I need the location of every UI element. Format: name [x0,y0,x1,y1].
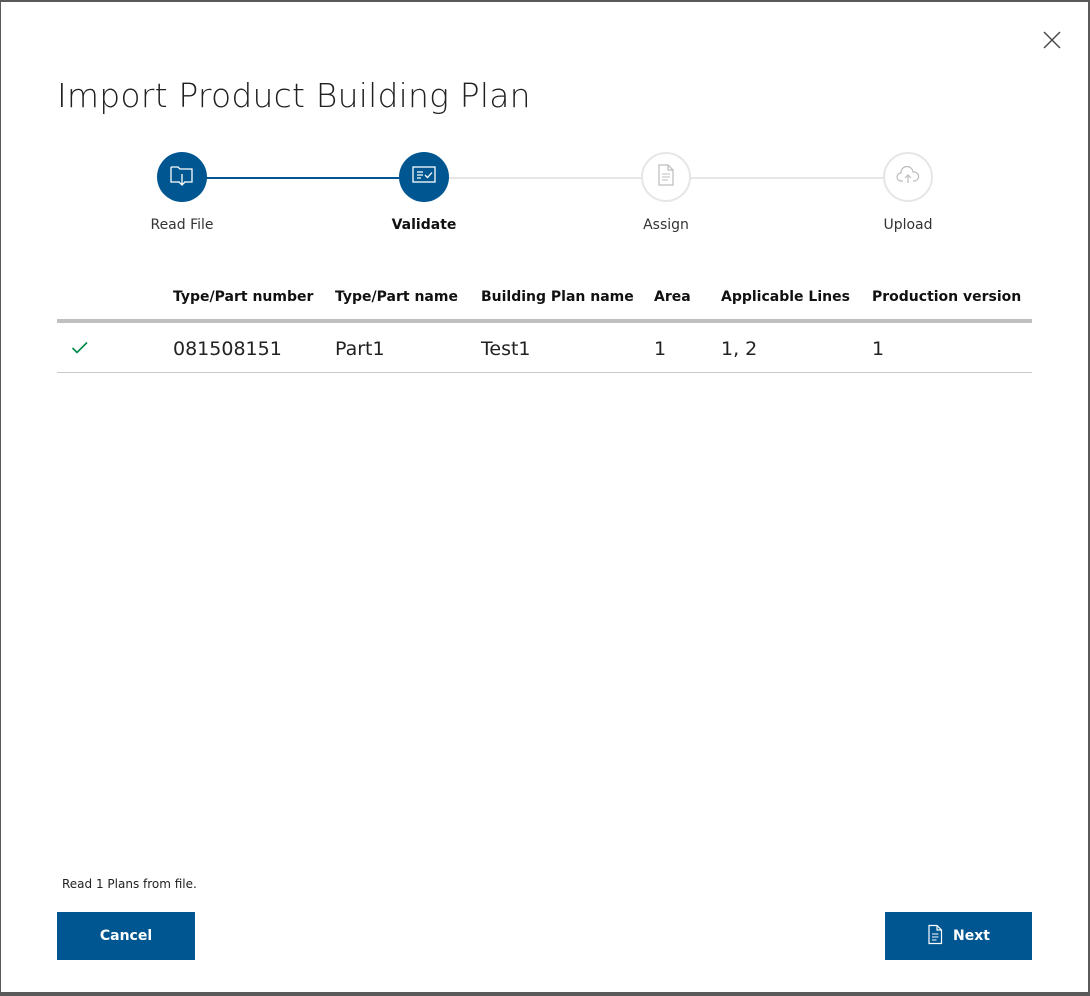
column-header-production-version[interactable]: Production version [872,289,1021,305]
next-button-label: Next [953,928,990,944]
plans-table: Type/Part number Type/Part name Building… [57,278,1032,373]
cell-plan-name: Test1 [481,338,531,360]
column-header-area[interactable]: Area [654,289,691,305]
step-label-assign: Assign [643,217,689,233]
table-header: Type/Part number Type/Part name Building… [57,278,1032,323]
step-label-read-file: Read File [150,217,214,233]
table-row[interactable]: 081508151 Part1 Test1 1 1, 2 1 [57,323,1032,373]
step-read-file[interactable]: Read File [122,152,242,233]
step-label-upload: Upload [883,217,933,233]
status-text: Read 1 Plans from file. [62,877,197,891]
column-header-part-number[interactable]: Type/Part number [173,289,313,305]
import-dialog: Import Product Building Plan Read File V… [1,2,1088,992]
cell-part-number: 081508151 [173,338,282,360]
validate-list-icon [411,164,437,190]
step-upload[interactable]: Upload [848,152,968,233]
cell-applicable-lines: 1, 2 [721,338,758,360]
column-header-plan-name[interactable]: Building Plan name [481,289,634,305]
document-icon [927,924,953,949]
dialog-title: Import Product Building Plan [57,76,531,115]
cancel-button-label: Cancel [99,928,153,944]
column-header-applicable-lines[interactable]: Applicable Lines [721,289,850,305]
cancel-button[interactable]: Cancel [57,912,195,960]
step-circle-validate[interactable] [399,152,449,202]
cell-production-version: 1 [872,338,885,360]
step-validate[interactable]: Validate [364,152,484,233]
step-label-validate: Validate [391,217,457,233]
stepper: Read File Validate Assign Upload [1,152,1088,252]
cell-area: 1 [654,338,667,360]
cell-part-name: Part1 [335,338,385,360]
next-button[interactable]: Next [885,912,1032,960]
column-header-part-name[interactable]: Type/Part name [335,289,458,305]
close-icon[interactable] [1042,30,1062,50]
cloud-upload-icon [896,165,920,189]
step-circle-read-file[interactable] [157,152,207,202]
step-circle-assign[interactable] [641,152,691,202]
step-circle-upload[interactable] [883,152,933,202]
document-icon [656,163,676,191]
folder-download-icon [169,163,195,191]
step-assign[interactable]: Assign [606,152,726,233]
checkmark-icon [71,340,89,359]
